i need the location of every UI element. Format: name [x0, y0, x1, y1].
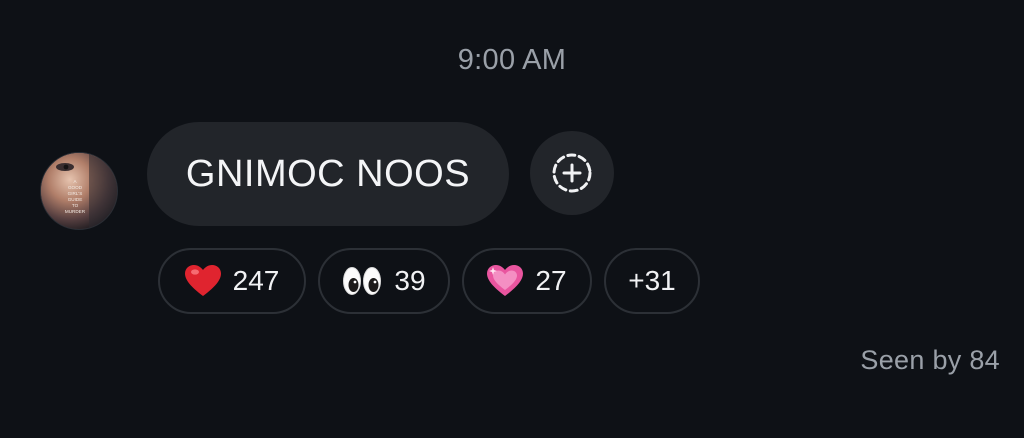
reaction-count-eyes: 39 — [394, 265, 426, 296]
avatar-cover-text-5: TO — [72, 203, 79, 208]
avatar-cover-text-4: GUIDE — [68, 197, 83, 202]
add-reaction-icon — [552, 153, 592, 193]
reaction-chip-heart[interactable]: 247 — [158, 248, 306, 314]
reaction-count-pink-heart: 27 — [535, 265, 567, 296]
message-timestamp: 9:00 AM — [457, 44, 567, 76]
avatar-cover-text-6: MURDER — [65, 209, 86, 214]
add-reaction-button[interactable] — [530, 131, 614, 215]
reaction-bar: 247 39 27 +31 — [158, 248, 700, 314]
avatar-image: A GOOD GIRL'S GUIDE TO MURDER — [41, 153, 117, 229]
message-bubble[interactable]: GNIMOC NOOS — [147, 122, 509, 226]
heart-red-icon — [184, 265, 221, 297]
avatar[interactable]: A GOOD GIRL'S GUIDE TO MURDER — [40, 152, 118, 230]
seen-by-label: Seen by 84 — [860, 345, 1000, 375]
message-text: GNIMOC NOOS — [185, 152, 471, 195]
more-reactions-button[interactable]: +31 — [604, 248, 700, 314]
avatar-cover-text-3: GIRL'S — [68, 191, 83, 196]
heart-pink-sparkle-icon — [487, 265, 524, 297]
reaction-chip-eyes[interactable]: 39 — [318, 248, 450, 314]
eyes-icon — [342, 265, 382, 297]
reaction-count-heart: 247 — [232, 265, 280, 296]
chat-screen: 9:00 AM A GOOD GIRL'S GUIDE TO MURDER GN… — [0, 0, 1024, 438]
more-reactions-count: +31 — [628, 265, 676, 296]
reaction-chip-pink-heart[interactable]: 27 — [462, 248, 592, 314]
avatar-cover-text-2: GOOD — [68, 185, 83, 190]
